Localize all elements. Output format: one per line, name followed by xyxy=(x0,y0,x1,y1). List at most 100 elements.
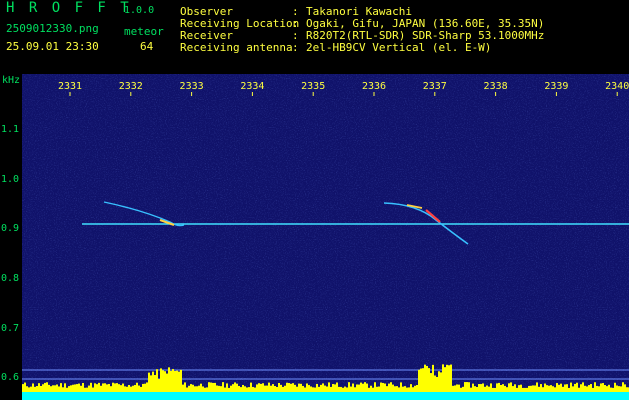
level-bar xyxy=(514,384,516,392)
level-bar xyxy=(540,384,542,392)
level-bar xyxy=(58,386,60,392)
level-bar xyxy=(440,372,442,392)
level-bar xyxy=(290,383,292,392)
level-bar xyxy=(104,383,106,392)
level-bar xyxy=(338,386,340,392)
level-bar xyxy=(532,385,534,392)
x-tick-label: 2332 xyxy=(119,81,143,92)
level-bar xyxy=(334,384,336,392)
level-bar xyxy=(584,385,586,392)
level-bar xyxy=(96,384,98,392)
level-bar xyxy=(380,382,382,392)
x-tick-label: 2334 xyxy=(240,81,264,92)
level-bar xyxy=(34,386,36,392)
level-bar xyxy=(152,371,154,392)
level-bar xyxy=(490,383,492,392)
level-bar xyxy=(24,382,26,392)
level-bar xyxy=(110,386,112,392)
level-bar xyxy=(140,386,142,392)
level-bar xyxy=(486,385,488,392)
level-bar xyxy=(232,384,234,392)
level-bar xyxy=(452,385,454,392)
x-tick-label: 2333 xyxy=(180,81,204,92)
y-tick-label: 1.1 xyxy=(1,124,20,135)
level-bar xyxy=(586,386,588,392)
level-bar xyxy=(132,385,134,392)
level-bar xyxy=(382,382,384,392)
level-bar xyxy=(354,387,356,392)
level-bar xyxy=(602,383,604,392)
level-bar xyxy=(394,386,396,392)
datetime: 25.09.01 23:30 xyxy=(6,40,99,53)
level-bar xyxy=(400,382,402,392)
level-bar xyxy=(284,385,286,392)
level-bar xyxy=(508,383,510,392)
level-bar xyxy=(600,383,602,392)
level-bar xyxy=(270,385,272,392)
level-bar xyxy=(102,383,104,392)
level-bar xyxy=(186,387,188,392)
level-bar xyxy=(330,386,332,392)
level-bar xyxy=(564,384,566,392)
level-bar xyxy=(342,387,344,392)
level-bar xyxy=(558,384,560,392)
level-bar xyxy=(518,385,520,392)
level-bar xyxy=(580,384,582,392)
level-bar xyxy=(552,386,554,392)
level-bar xyxy=(480,384,482,392)
level-bar xyxy=(406,387,408,392)
level-bar xyxy=(502,384,504,392)
level-bar xyxy=(124,386,126,392)
level-bar xyxy=(346,387,348,392)
level-bar xyxy=(234,382,236,392)
level-bar xyxy=(192,384,194,392)
level-bar xyxy=(546,385,548,392)
level-bar xyxy=(266,385,268,392)
level-bar xyxy=(536,382,538,392)
level-bar xyxy=(336,382,338,392)
level-bar xyxy=(288,383,290,392)
level-bar xyxy=(568,387,570,392)
level-bar xyxy=(434,375,436,392)
level-bar xyxy=(188,385,190,392)
level-bar xyxy=(158,379,160,392)
level-bar xyxy=(54,385,56,392)
level-bar xyxy=(48,384,50,392)
level-bar xyxy=(206,387,208,392)
level-bar xyxy=(148,372,150,392)
level-bar xyxy=(228,387,230,392)
level-bar xyxy=(572,386,574,392)
level-bar xyxy=(310,386,312,392)
info-sep: : xyxy=(292,41,299,54)
level-bar xyxy=(306,383,308,392)
level-bar xyxy=(510,382,512,392)
level-bar xyxy=(196,386,198,392)
level-bar xyxy=(256,384,258,392)
level-bar xyxy=(180,369,182,392)
level-bar xyxy=(612,387,614,392)
level-bar xyxy=(456,384,458,392)
level-bar xyxy=(524,387,526,392)
level-bar xyxy=(190,384,192,392)
level-bar xyxy=(374,382,376,392)
level-bar xyxy=(220,386,222,392)
level-bar xyxy=(112,382,114,392)
level-bar xyxy=(588,385,590,392)
level-bar xyxy=(590,384,592,392)
level-bar xyxy=(30,386,32,392)
level-bar xyxy=(416,384,418,392)
level-bar xyxy=(216,385,218,392)
level-bar xyxy=(294,384,296,392)
level-bar xyxy=(204,387,206,392)
level-bar xyxy=(538,386,540,392)
level-bar xyxy=(146,382,148,392)
level-bar xyxy=(60,383,62,392)
level-bar xyxy=(594,382,596,392)
level-bar xyxy=(498,382,500,392)
level-bar xyxy=(576,382,578,392)
level-bar xyxy=(28,387,30,392)
level-bar xyxy=(62,387,64,392)
level-bar xyxy=(388,383,390,392)
level-bar xyxy=(512,386,514,392)
level-bar xyxy=(348,382,350,392)
